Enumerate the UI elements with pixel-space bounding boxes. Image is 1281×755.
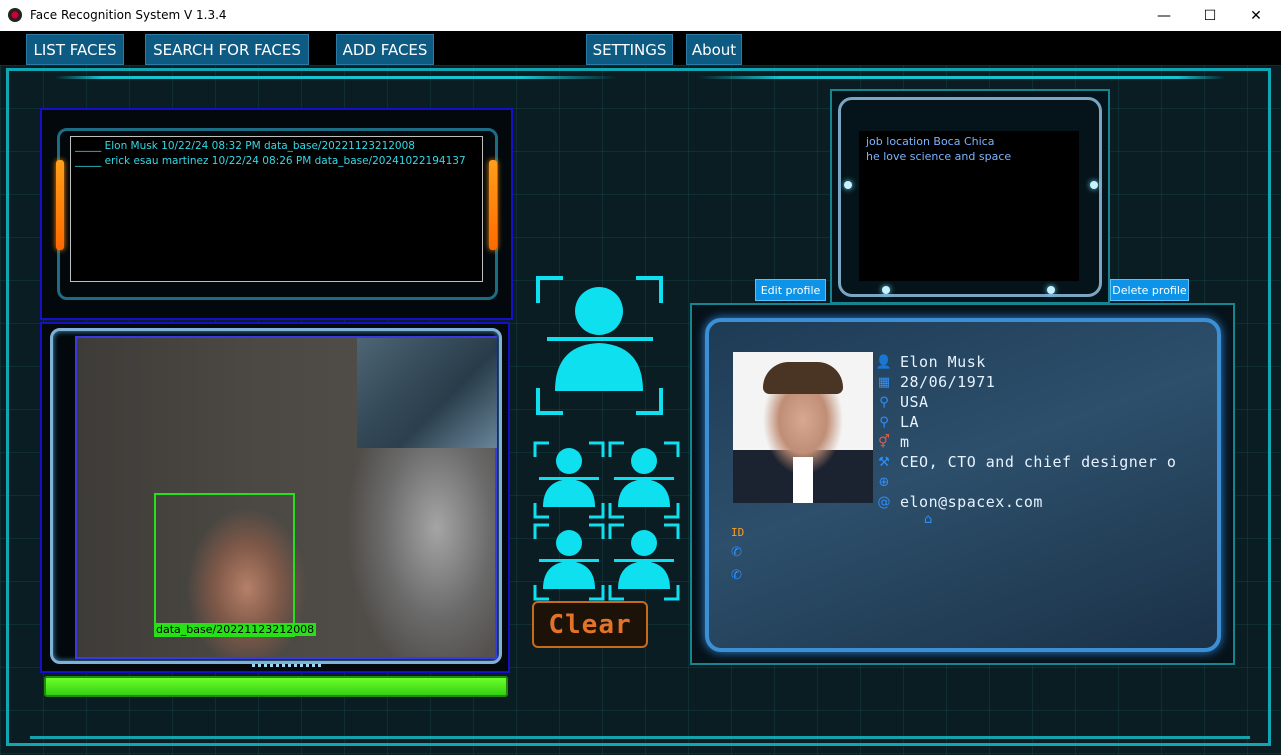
notes-panel: job location Boca Chica he love science …	[830, 89, 1110, 304]
maximize-button[interactable]: ☐	[1187, 0, 1233, 31]
profile-name-row: 👤 Elon Musk	[876, 352, 986, 372]
hud-top-line	[55, 76, 1225, 79]
close-button[interactable]: ✕	[1233, 0, 1279, 31]
search-faces-button[interactable]: SEARCH FOR FACES	[145, 34, 309, 65]
delete-profile-button[interactable]: Delete profile	[1110, 279, 1189, 301]
photo-shirt	[793, 457, 813, 503]
profile-email-row: @ elon@spacex.com	[876, 492, 1043, 512]
profile-occupation: CEO, CTO and chief designer o	[900, 453, 1177, 471]
phone-icon: ✆	[731, 568, 742, 583]
location-pin-icon: ⚲	[879, 414, 889, 430]
face-detection-label: data_base/20221123212008	[154, 623, 317, 636]
list-faces-button[interactable]: LIST FACES	[26, 34, 124, 65]
profile-gender-row: ⚥ m	[876, 432, 910, 452]
minimize-button[interactable]: —	[1141, 0, 1187, 31]
hud-bottom-line	[30, 736, 1250, 739]
photo-hair	[763, 362, 843, 394]
person-icon: 👤	[875, 354, 893, 370]
calendar-icon: ▦	[877, 374, 891, 390]
profile-photo	[733, 352, 873, 503]
profile-city: LA	[900, 413, 920, 431]
title-bar: Face Recognition System V 1.3.4 — ☐ ✕	[0, 0, 1281, 32]
camera-panel: data_base/20221123212008	[40, 322, 510, 673]
recognition-log-panel: _____ Elon Musk 10/22/24 08:32 PM data_b…	[40, 108, 513, 320]
add-faces-button[interactable]: ADD FACES	[336, 34, 434, 65]
notes-text-area[interactable]: job location Boca Chica he love science …	[859, 131, 1079, 281]
profile-country: USA	[900, 393, 929, 411]
camera-frame: data_base/20221123212008	[50, 328, 502, 664]
face-detection-box	[154, 493, 295, 637]
frame-light	[882, 286, 890, 294]
profile-birthdate: 28/06/1971	[900, 373, 996, 391]
gender-icon: ⚥	[878, 434, 890, 450]
profile-gender: m	[900, 433, 910, 451]
log-entry[interactable]: _____ Elon Musk 10/22/24 08:32 PM data_b…	[75, 139, 478, 154]
log-right-glow	[489, 160, 497, 250]
phone-icon: ✆	[731, 545, 742, 560]
progress-bar	[44, 676, 508, 697]
id-label: ID	[731, 526, 745, 539]
location-pin-icon: ⚲	[879, 394, 889, 410]
multi-face-icon-4[interactable]	[608, 523, 680, 601]
progress-fill	[44, 676, 508, 697]
about-button[interactable]: About	[686, 34, 742, 65]
frame-light	[1090, 181, 1098, 189]
profile-email: elon@spacex.com	[900, 493, 1043, 511]
email-icon: @	[877, 494, 891, 510]
profile-website-row: ⊕	[876, 472, 900, 492]
log-entry[interactable]: _____ erick esau martinez 10/22/24 08:26…	[75, 154, 478, 169]
notes-line: he love science and space	[866, 150, 1012, 163]
settings-button[interactable]: SETTINGS	[586, 34, 673, 65]
edit-profile-button[interactable]: Edit profile	[755, 279, 826, 301]
recognition-log-list[interactable]: _____ Elon Musk 10/22/24 08:32 PM data_b…	[70, 136, 483, 282]
multi-face-icon-2[interactable]	[608, 441, 680, 519]
profile-name: Elon Musk	[900, 353, 986, 371]
frame-light	[844, 181, 852, 189]
profile-birthdate-row: ▦ 28/06/1971	[876, 372, 995, 392]
log-left-glow	[56, 160, 64, 250]
occupation-icon: ⚒	[878, 454, 890, 470]
profile-city-row: ⚲ LA	[876, 412, 919, 432]
globe-icon: ⊕	[878, 474, 890, 490]
clear-button[interactable]: Clear	[532, 601, 648, 648]
camera-indicator-dots	[252, 664, 322, 667]
camera-feed: data_base/20221123212008	[75, 336, 497, 659]
profile-country-row: ⚲ USA	[876, 392, 929, 412]
notes-line: job location Boca Chica	[866, 135, 995, 148]
app-logo-icon	[8, 8, 22, 22]
frame-light	[1047, 286, 1055, 294]
multi-face-icon-3[interactable]	[533, 523, 605, 601]
home-icon: ⌂	[924, 512, 933, 527]
face-scan-icon[interactable]	[533, 273, 666, 418]
profile-occupation-row: ⚒ CEO, CTO and chief designer o	[876, 452, 1176, 472]
multi-face-icon-1[interactable]	[533, 441, 605, 519]
window-title: Face Recognition System V 1.3.4	[30, 8, 227, 22]
background-screen	[357, 338, 497, 448]
menu-bar: LIST FACES SEARCH FOR FACES ADD FACES SE…	[0, 31, 1281, 65]
